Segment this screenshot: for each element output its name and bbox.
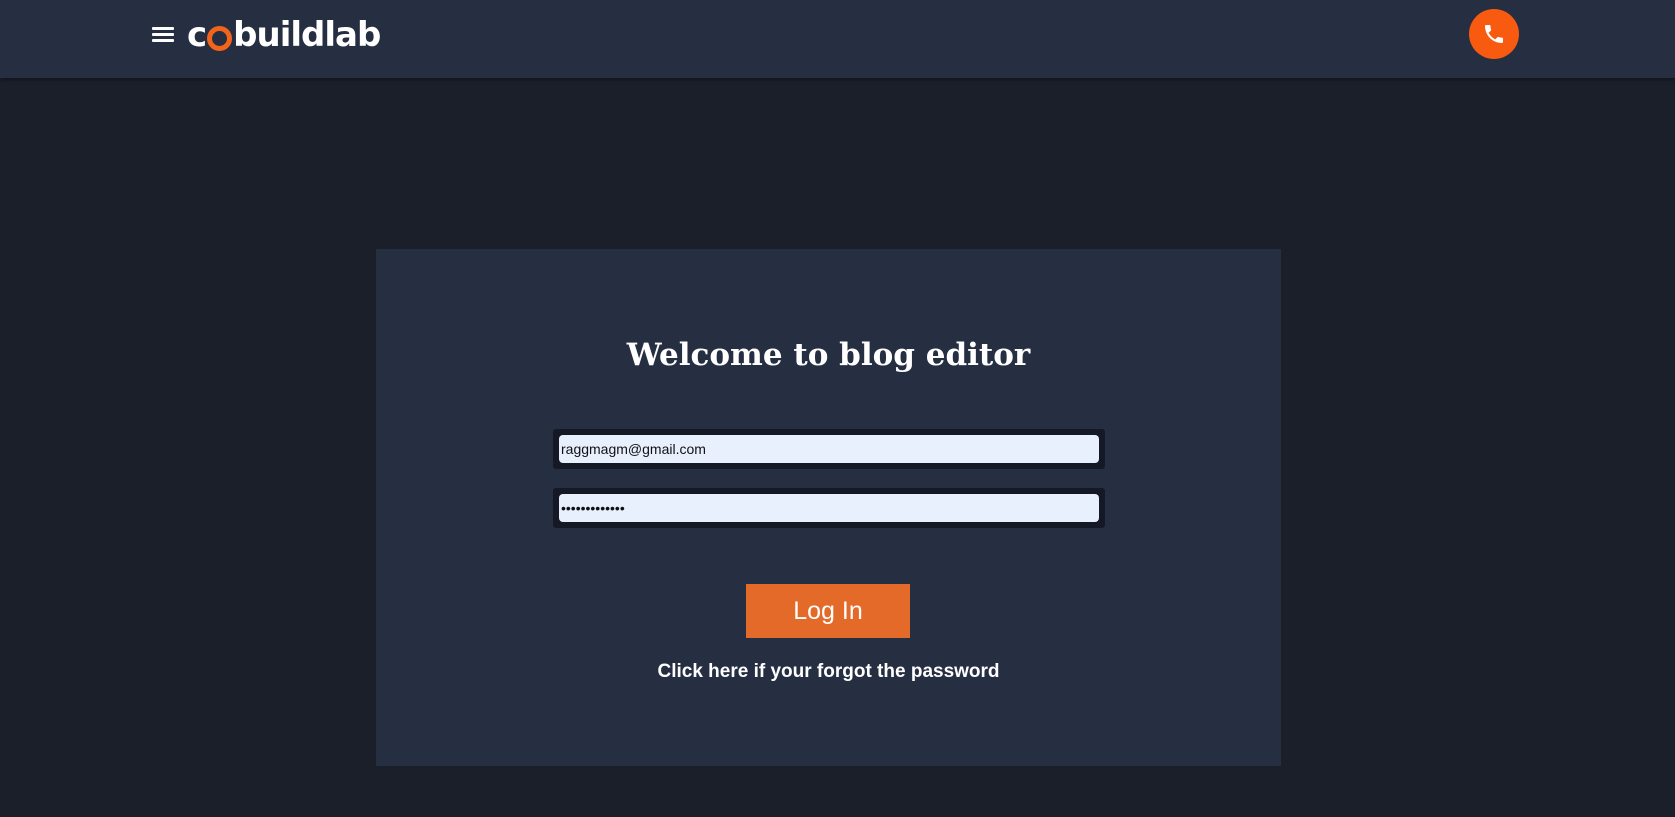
logo-text-suffix: buildlab (233, 15, 381, 55)
phone-button[interactable] (1469, 9, 1519, 59)
email-field[interactable] (559, 435, 1099, 463)
email-field-wrapper (553, 429, 1105, 469)
top-navigation-bar: c buildlab (0, 0, 1675, 78)
cobuildlab-logo[interactable]: c buildlab (187, 10, 381, 60)
hamburger-menu-icon[interactable] (150, 22, 176, 48)
password-field[interactable] (559, 494, 1099, 522)
phone-icon (1485, 25, 1503, 43)
login-button[interactable]: Log In (746, 584, 910, 638)
forgot-password-link[interactable]: Click here if your forgot the password (376, 661, 1281, 683)
login-card: Welcome to blog editor Log In Click here… (376, 249, 1281, 766)
password-field-wrapper (553, 488, 1105, 528)
logo-text-prefix: c (187, 15, 207, 55)
page-title: Welcome to blog editor (626, 337, 1031, 373)
logo-o-ring (207, 25, 233, 51)
